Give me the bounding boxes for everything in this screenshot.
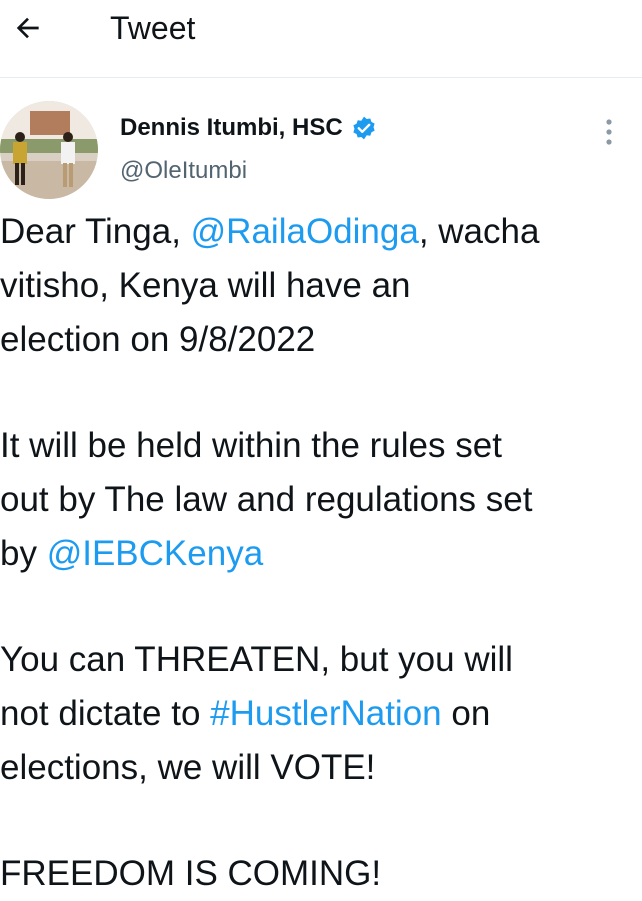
back-button[interactable]	[8, 8, 48, 48]
tweet-line: elections, we will VOTE!	[0, 741, 642, 795]
tweet-line: out by The law and regulations set	[0, 473, 642, 527]
author-name[interactable]: Dennis Itumbi, HSC	[120, 112, 343, 144]
arrow-left-icon	[16, 17, 39, 39]
tweet-text-segment: Dear Tinga,	[0, 212, 191, 251]
tweet-text-segment: on	[441, 694, 491, 733]
tweet-text-segment: It will be held within the rules set	[0, 426, 502, 465]
top-bar: Tweet	[0, 0, 642, 78]
avatar[interactable]	[0, 101, 98, 199]
tweet-line: FREEDOM IS COMING!	[0, 847, 642, 901]
tweet-line: not dictate to #HustlerNation on	[0, 687, 642, 741]
header-divider	[0, 77, 642, 78]
author-handle[interactable]: @OleItumbi	[120, 155, 247, 187]
tweet-line: election on 9/8/2022	[0, 313, 642, 367]
author-name-row[interactable]: Dennis Itumbi, HSC	[120, 112, 377, 144]
tweet-text-segment: not dictate to	[0, 694, 211, 733]
tweet-text-segment: by	[0, 534, 47, 573]
tweet-line: vitisho, Kenya will have an	[0, 259, 642, 313]
tweet-text-segment: FREEDOM IS COMING!	[0, 854, 382, 893]
verified-badge-icon	[353, 116, 375, 140]
page-title: Tweet	[110, 10, 196, 46]
tweet-text-segment: vitisho, Kenya will have an	[0, 266, 411, 305]
tweet-text-segment: , wacha	[418, 212, 540, 251]
tweet-text-segment: You can THREATEN, but you will	[0, 640, 513, 679]
tweet-line: by @IEBCKenya	[0, 527, 642, 581]
tweet-text-segment: elections, we will VOTE!	[0, 748, 376, 787]
tweet-line: Dear Tinga, @RailaOdinga, wacha	[0, 205, 642, 259]
tweet-line: You can THREATEN, but you will	[0, 633, 642, 687]
mention-link[interactable]: @IEBCKenya	[47, 534, 263, 573]
tweet-text-segment: election on 9/8/2022	[0, 320, 316, 359]
tweet-text-segment: out by The law and regulations set	[0, 480, 533, 519]
more-vertical-icon	[606, 119, 612, 145]
more-options-button[interactable]	[598, 114, 620, 150]
tweet-text: Dear Tinga, @RailaOdinga, wacha vitisho, …	[0, 205, 642, 901]
tweet-line: It will be held within the rules set	[0, 419, 642, 473]
mention-link[interactable]: @RailaOdinga	[191, 212, 419, 251]
hashtag-link[interactable]: #HustlerNation	[210, 694, 442, 733]
